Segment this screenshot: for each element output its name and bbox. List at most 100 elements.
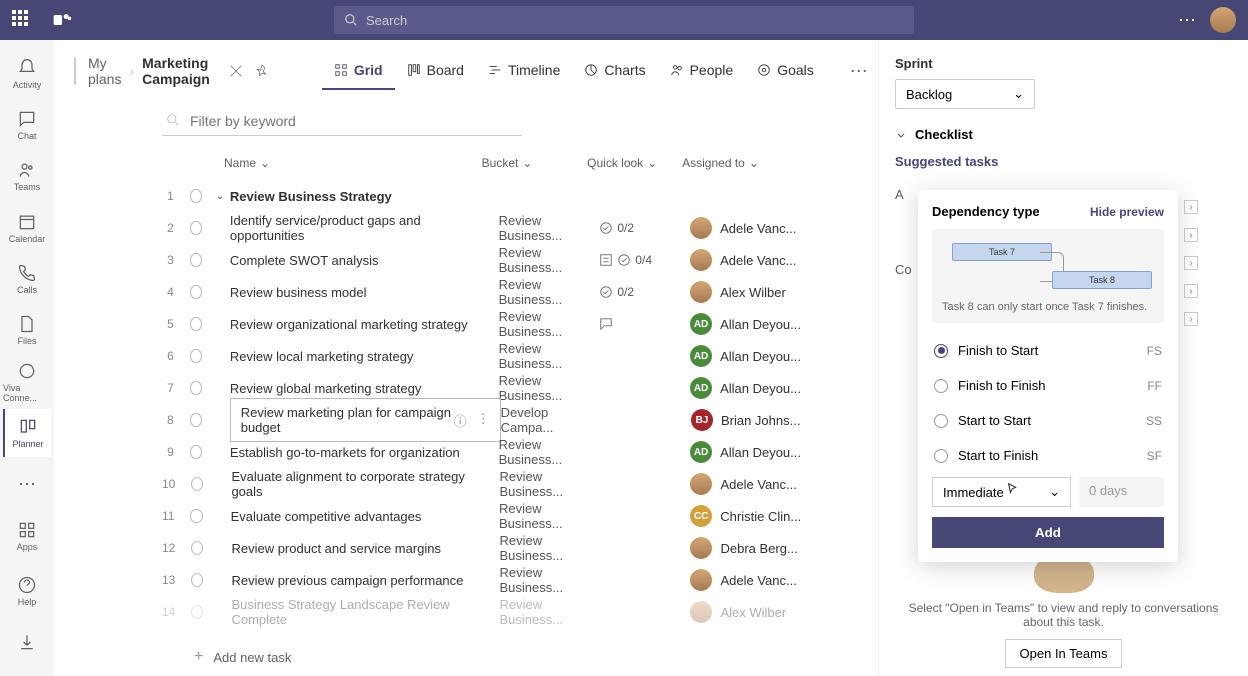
task-assignee[interactable]: ADAllan Deyou...: [690, 345, 858, 367]
more-icon[interactable]: ⋮: [477, 411, 490, 430]
task-name[interactable]: Review business model: [230, 285, 499, 300]
task-assignee[interactable]: Adele Vanc...: [690, 217, 858, 239]
table-row[interactable]: 5Review organizational marketing strateg…: [54, 308, 878, 340]
rail-chat[interactable]: Chat: [3, 101, 51, 148]
table-row[interactable]: 12Review product and service marginsRevi…: [54, 532, 878, 564]
rail-more[interactable]: ⋯: [3, 461, 51, 508]
task-name[interactable]: Review product and service margins: [231, 541, 499, 556]
task-assignee[interactable]: CCChristie Clin...: [690, 505, 858, 527]
task-assignee[interactable]: Alex Wilber: [690, 601, 858, 623]
table-row[interactable]: 10Evaluate alignment to corporate strate…: [54, 468, 878, 500]
more-options-icon[interactable]: ⋯: [1178, 10, 1196, 31]
dependency-option[interactable]: Finish to StartFS: [932, 333, 1164, 368]
tab-grid[interactable]: Grid: [322, 52, 395, 90]
task-assignee[interactable]: ADAllan Deyou...: [690, 313, 858, 335]
profile-avatar[interactable]: [1210, 7, 1236, 33]
breadcrumb-parent[interactable]: My plans: [88, 55, 121, 87]
add-task-button[interactable]: + Add new task: [54, 638, 878, 676]
complete-toggle[interactable]: [190, 381, 202, 395]
tab-board[interactable]: Board: [395, 52, 476, 90]
table-row[interactable]: 6Review local marketing strategyReview B…: [54, 340, 878, 372]
task-name[interactable]: Review previous campaign performance: [231, 573, 499, 588]
tab-people[interactable]: People: [658, 52, 746, 90]
task-name[interactable]: Establish go-to-markets for organization: [230, 445, 499, 460]
app-launcher-icon[interactable]: [12, 10, 32, 30]
complete-toggle[interactable]: [191, 573, 203, 587]
task-name[interactable]: Review local marketing strategy: [230, 349, 499, 364]
dependency-option[interactable]: Start to StartSS: [932, 403, 1164, 438]
hide-preview-link[interactable]: Hide preview: [1090, 205, 1164, 219]
complete-toggle[interactable]: [190, 285, 202, 299]
complete-toggle[interactable]: [191, 541, 203, 555]
share-icon[interactable]: [228, 63, 244, 79]
task-name[interactable]: Review global marketing strategy: [230, 381, 499, 396]
complete-toggle[interactable]: [190, 349, 202, 363]
column-name[interactable]: Name⌄: [162, 156, 482, 170]
tab-timeline[interactable]: Timeline: [476, 52, 572, 90]
dependency-option[interactable]: Start to FinishSF: [932, 438, 1164, 473]
task-assignee[interactable]: Adele Vanc...: [690, 249, 858, 271]
task-name[interactable]: Evaluate competitive advantages: [231, 509, 499, 524]
task-assignee[interactable]: BJBrian Johns...: [691, 409, 858, 431]
task-name-editing[interactable]: Review marketing plan for campaign budge…: [230, 398, 501, 442]
sprint-select[interactable]: Backlog ⌄: [895, 79, 1035, 109]
rail-activity[interactable]: Activity: [3, 50, 51, 97]
open-in-teams-button[interactable]: Open In Teams: [1005, 639, 1123, 668]
filter-input[interactable]: [162, 107, 522, 136]
add-dependency-button[interactable]: Add: [932, 517, 1164, 548]
column-bucket[interactable]: Bucket⌄: [482, 156, 588, 170]
expand-icon[interactable]: ⌄: [216, 191, 226, 202]
tab-overflow-icon[interactable]: ⋯: [850, 61, 868, 82]
task-assignee[interactable]: Adele Vanc...: [690, 569, 858, 591]
lag-days-input[interactable]: 0 days: [1079, 477, 1164, 507]
complete-toggle[interactable]: [190, 317, 202, 331]
chevron-right-icon[interactable]: ›: [1184, 284, 1198, 298]
rail-calls[interactable]: Calls: [3, 255, 51, 302]
checklist-toggle[interactable]: Checklist: [895, 127, 1232, 142]
task-assignee[interactable]: Adele Vanc...: [690, 473, 858, 495]
rail-files[interactable]: Files: [3, 307, 51, 354]
task-name[interactable]: Evaluate alignment to corporate strategy…: [231, 469, 499, 499]
chevron-right-icon[interactable]: ›: [1184, 312, 1198, 326]
complete-toggle[interactable]: [191, 605, 203, 619]
complete-toggle[interactable]: [190, 221, 202, 235]
rail-apps[interactable]: Apps: [3, 512, 51, 559]
complete-toggle[interactable]: [190, 445, 202, 459]
suggested-tasks-link[interactable]: Suggested tasks: [895, 154, 1232, 169]
table-row[interactable]: 1⌄Review Business Strategy: [54, 180, 878, 212]
table-row[interactable]: 11Evaluate competitive advantagesReview …: [54, 500, 878, 532]
task-assignee[interactable]: ADAllan Deyou...: [690, 441, 858, 463]
table-row[interactable]: 2Identify service/product gaps and oppor…: [54, 212, 878, 244]
rail-teams[interactable]: Teams: [3, 153, 51, 200]
rail-viva[interactable]: Viva Conne...: [3, 358, 51, 405]
complete-toggle[interactable]: [190, 253, 202, 267]
lag-mode-select[interactable]: Immediate ⌄: [932, 477, 1071, 507]
task-name[interactable]: Complete SWOT analysis: [230, 253, 499, 268]
task-name[interactable]: Identify service/product gaps and opport…: [230, 213, 499, 243]
table-row[interactable]: 14Business Strategy Landscape Review Com…: [54, 596, 878, 628]
search-input[interactable]: [366, 13, 904, 28]
rail-planner[interactable]: Planner: [3, 409, 51, 456]
column-quick[interactable]: Quick look⌄: [587, 156, 682, 170]
info-icon[interactable]: ⓘ: [454, 411, 467, 430]
chevron-right-icon[interactable]: ›: [1184, 200, 1198, 214]
dependency-option[interactable]: Finish to FinishFF: [932, 368, 1164, 403]
rail-download[interactable]: [3, 619, 51, 666]
column-assigned[interactable]: Assigned to⌄: [682, 156, 858, 170]
global-search[interactable]: [334, 6, 914, 34]
task-name[interactable]: Business Strategy Landscape Review Compl…: [231, 597, 499, 627]
rail-calendar[interactable]: Calendar: [3, 204, 51, 251]
task-assignee[interactable]: ADAllan Deyou...: [690, 377, 858, 399]
task-name[interactable]: Review organizational marketing strategy: [230, 317, 499, 332]
chevron-right-icon[interactable]: ›: [1184, 228, 1198, 242]
tab-charts[interactable]: Charts: [572, 52, 657, 90]
chevron-right-icon[interactable]: ›: [1184, 256, 1198, 270]
table-row[interactable]: 4Review business modelReview Business...…: [54, 276, 878, 308]
rail-help[interactable]: Help: [3, 567, 51, 614]
complete-toggle[interactable]: [190, 509, 202, 523]
pin-icon[interactable]: [254, 63, 270, 79]
tab-goals[interactable]: Goals: [745, 52, 826, 90]
complete-toggle[interactable]: [190, 413, 202, 427]
complete-toggle[interactable]: [191, 477, 203, 491]
task-assignee[interactable]: Alex Wilber: [690, 281, 858, 303]
